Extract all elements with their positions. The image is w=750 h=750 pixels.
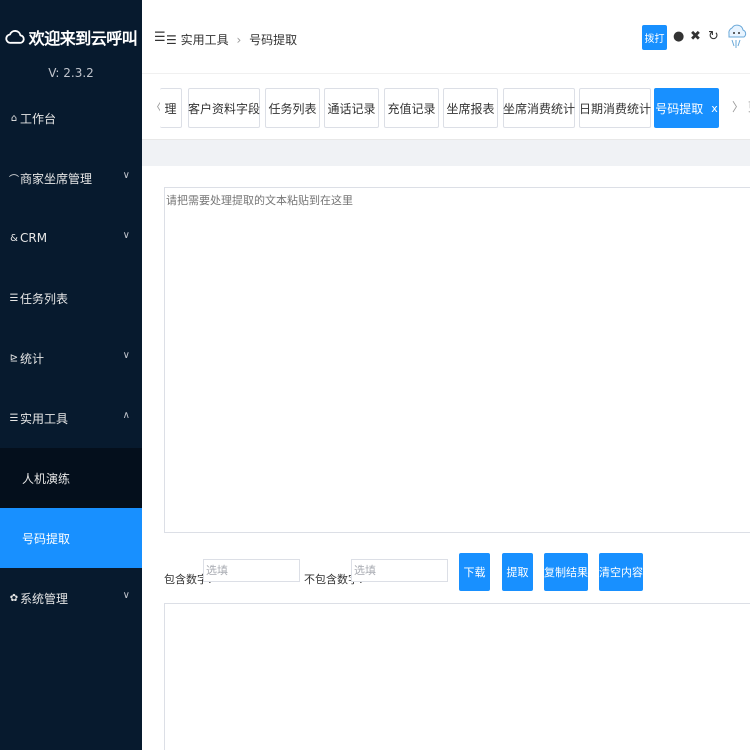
- gear-icon: ✿: [9, 592, 19, 604]
- fullscreen-icon[interactable]: ✖: [690, 29, 701, 44]
- avatar[interactable]: [724, 22, 748, 54]
- logo: 欢迎来到云呼叫: [0, 0, 142, 70]
- tab-date-consumption[interactable]: 日期消费统计: [579, 88, 651, 128]
- sidebar-subitem-number-extract[interactable]: 号码提取: [0, 508, 142, 568]
- sidebar-item-label: 工作台: [20, 111, 57, 126]
- tab-seat-report[interactable]: 坐席报表: [443, 88, 498, 128]
- extract-button[interactable]: 提取: [502, 553, 533, 591]
- tab-call-records[interactable]: 通话记录: [324, 88, 379, 128]
- breadcrumb-separator: ›: [236, 33, 242, 47]
- sidebar-menu: ⌂ 工作台 ⌒ 商家坐席管理 ∨ & CRM ∨ ☰ 任务列表 ⊵ 统计 ∨ ☰…: [0, 88, 142, 628]
- sidebar-item-tasks[interactable]: ☰ 任务列表: [0, 268, 142, 328]
- tools-icon: ☰: [9, 412, 19, 424]
- tab-recharge-records[interactable]: 充值记录: [384, 88, 439, 128]
- content-divider: [142, 140, 750, 166]
- tabs-more[interactable]: 〉 更: [732, 98, 750, 115]
- main-content: 包含数字: 不包含数字: 下载 提取 复制结果 清空内容: [142, 166, 750, 750]
- sidebar-item-label: 系统管理: [20, 591, 69, 606]
- breadcrumb-item-tools[interactable]: 实用工具: [181, 33, 229, 47]
- sidebar: 欢迎来到云呼叫 V: 2.3.2 ⌂ 工作台 ⌒ 商家坐席管理 ∨ & CRM …: [0, 0, 142, 750]
- tab-partial[interactable]: 理: [160, 88, 182, 128]
- include-digits-input[interactable]: [203, 559, 300, 582]
- sidebar-subitem-drill[interactable]: 人机演练: [0, 448, 142, 508]
- dashboard-icon: ⌂: [10, 112, 18, 124]
- sidebar-item-label: 实用工具: [20, 411, 69, 426]
- sidebar-item-label: 商家坐席管理: [20, 171, 93, 186]
- version-label: V: 2.3.2: [48, 66, 94, 80]
- hamburger-icon[interactable]: ☰: [154, 30, 166, 45]
- result-output[interactable]: [164, 603, 750, 750]
- breadcrumb-item-current: 号码提取: [249, 33, 298, 47]
- tab-seat-consumption[interactable]: 坐席消费统计: [503, 88, 575, 128]
- clear-content-button[interactable]: 清空内容: [599, 553, 643, 591]
- download-button[interactable]: 下载: [459, 553, 490, 591]
- headset-icon: ⌒: [9, 174, 19, 186]
- sidebar-item-crm[interactable]: & CRM ∨: [0, 208, 142, 268]
- breadcrumb: ☰ 实用工具 › 号码提取: [166, 31, 297, 48]
- chevron-down-icon: ∨: [122, 170, 130, 181]
- app-title: 欢迎来到云呼叫: [28, 29, 138, 48]
- sidebar-item-label: 号码提取: [22, 531, 71, 546]
- user-icon: &: [10, 232, 18, 244]
- copy-result-button[interactable]: 复制结果: [544, 553, 588, 591]
- sidebar-item-label: 统计: [20, 351, 45, 366]
- dial-button[interactable]: 拨打: [642, 25, 667, 50]
- chevron-up-icon: ∧: [122, 410, 130, 421]
- refresh-icon[interactable]: ↻: [708, 29, 719, 44]
- chevron-down-icon: ∨: [122, 590, 130, 601]
- sidebar-item-tools[interactable]: ☰ 实用工具 ∧: [0, 388, 142, 448]
- sidebar-item-merchant-seats[interactable]: ⌒ 商家坐席管理 ∨: [0, 148, 142, 208]
- sidebar-item-label: 任务列表: [20, 291, 69, 306]
- tabs-bar: 〈 理 客户资料字段 任务列表 通话记录 充值记录 坐席报表 坐席消费统计 日期…: [142, 74, 750, 140]
- source-text-input[interactable]: [164, 187, 750, 533]
- chart-icon: ⊵: [9, 352, 19, 364]
- top-header: ☰ ☰ 实用工具 › 号码提取 拨打 ● ✖ ↻: [142, 0, 750, 74]
- sidebar-item-dashboard[interactable]: ⌂ 工作台: [0, 88, 142, 148]
- tab-customer-fields[interactable]: 客户资料字段: [188, 88, 260, 128]
- close-icon[interactable]: x: [711, 102, 718, 115]
- chevron-down-icon: ∨: [122, 350, 130, 361]
- sidebar-item-stats[interactable]: ⊵ 统计 ∨: [0, 328, 142, 388]
- tab-task-list[interactable]: 任务列表: [265, 88, 320, 128]
- chevron-right-icon: 〉: [732, 100, 745, 114]
- breadcrumb-icon: ☰: [166, 33, 177, 47]
- exclude-digits-input[interactable]: [351, 559, 448, 582]
- chat-icon[interactable]: ●: [673, 29, 684, 44]
- list-icon: ☰: [9, 292, 19, 304]
- sidebar-item-label: CRM: [20, 231, 48, 245]
- sidebar-item-system[interactable]: ✿ 系统管理 ∨: [0, 568, 142, 628]
- cloud-icon: [5, 30, 25, 44]
- tab-number-extract[interactable]: 号码提取 x: [654, 88, 719, 128]
- chevron-down-icon: ∨: [122, 230, 130, 241]
- sidebar-item-label: 人机演练: [22, 471, 71, 486]
